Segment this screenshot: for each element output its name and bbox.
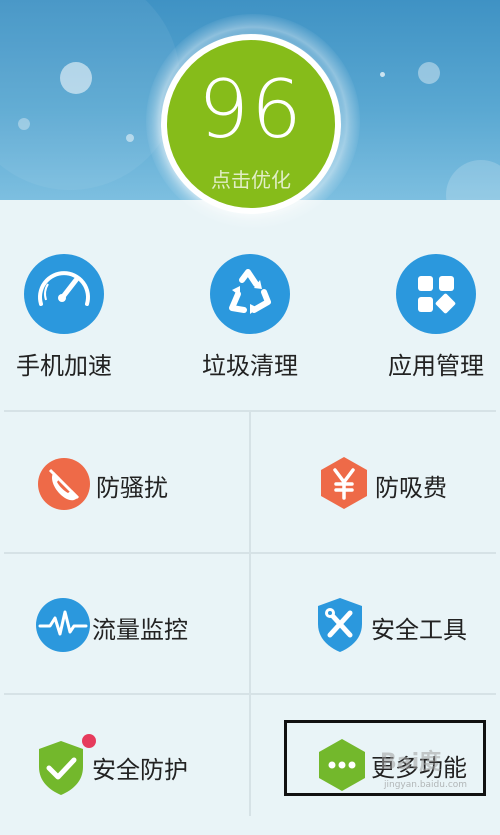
feature-anti-fee[interactable]: 防吸费 [251,412,491,552]
shortcut-app-manage[interactable]: 应用管理 [356,254,500,384]
yen-shield-icon [321,457,367,509]
score-label: 点击优化 [211,168,291,192]
notification-badge [82,734,96,748]
bubble-decor [418,62,440,84]
shortcut-label: 手机加速 [16,352,112,380]
feature-security-tools[interactable]: 安全工具 [251,554,491,694]
feature-label: 安全工具 [371,616,467,644]
feature-label: 防骚扰 [96,474,168,502]
shortcut-label: 应用管理 [388,352,484,380]
shortcut-label: 垃圾清理 [202,352,298,380]
tools-shield-icon [318,598,362,652]
feature-label: 防吸费 [375,474,447,502]
watermark: Bai度 [380,750,442,775]
score-value: 96 [198,63,304,156]
feature-security-protect[interactable]: 安全防护 [4,695,244,835]
traffic-wave-icon [36,598,90,652]
bubble-decor [446,160,500,200]
watermark-url: jingyan.baidu.com [384,780,468,790]
check-shield-icon [39,741,83,795]
shortcut-phone-boost[interactable]: 手机加速 [0,254,144,384]
recycle-icon [210,254,290,334]
feature-anti-harass[interactable]: 防骚扰 [4,412,244,552]
feature-label: 流量监控 [92,616,188,644]
feature-label: 安全防护 [92,756,188,784]
apps-grid-icon [396,254,476,334]
block-call-icon [38,458,90,510]
shortcut-junk-clean[interactable]: 垃圾清理 [170,254,330,384]
speedometer-icon [24,254,104,334]
bubble-decor [380,72,385,77]
optimize-score-button[interactable]: 96 点击优化 [167,40,335,208]
feature-traffic-monitor[interactable]: 流量监控 [4,554,244,694]
